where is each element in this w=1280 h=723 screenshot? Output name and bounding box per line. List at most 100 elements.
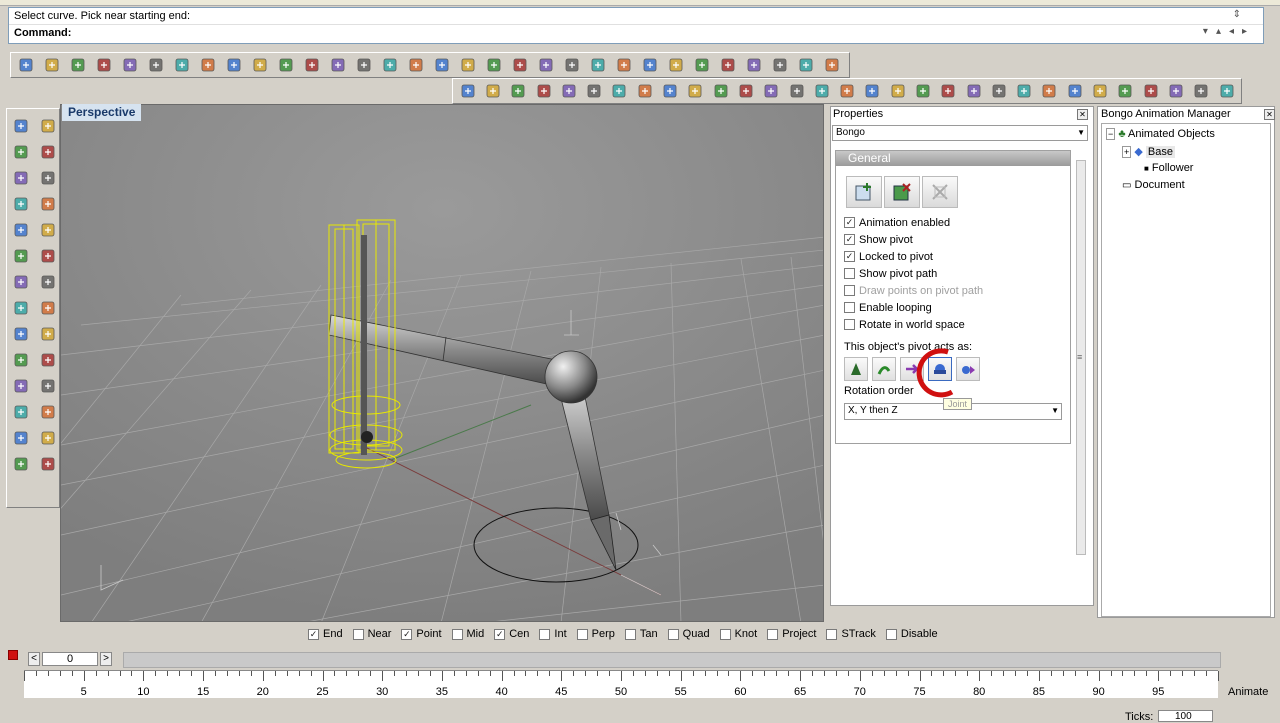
chain-button[interactable]: [7, 347, 34, 373]
arrow-button[interactable]: [760, 80, 783, 102]
graph-button[interactable]: [532, 80, 555, 102]
osnap-near[interactable]: Near: [352, 628, 391, 640]
polyline-button[interactable]: [7, 139, 34, 165]
checkbox[interactable]: ✓: [844, 251, 855, 262]
frame-input[interactable]: 0: [42, 652, 98, 666]
dimension-button[interactable]: [34, 425, 61, 451]
osnap-disable[interactable]: Disable: [885, 628, 938, 640]
lock-button[interactable]: [586, 54, 610, 76]
dots-button[interactable]: [34, 451, 61, 477]
pivot-button[interactable]: [734, 80, 757, 102]
tree-node-animated-objects[interactable]: − ♣ Animated Objects: [1106, 128, 1215, 140]
record-button[interactable]: [582, 80, 605, 102]
eye-button[interactable]: [1164, 80, 1187, 102]
properties-object-selector[interactable]: Bongo ▼: [832, 125, 1088, 141]
text-button[interactable]: [7, 399, 34, 425]
history-scroll-arrows[interactable]: ⇕: [1233, 9, 1241, 20]
checkbox[interactable]: [624, 628, 636, 640]
checkbox[interactable]: [844, 319, 855, 330]
render-button[interactable]: [690, 54, 714, 76]
animate-label[interactable]: Animate: [1228, 686, 1268, 698]
four-viewports-button[interactable]: [430, 54, 454, 76]
splitter-grip[interactable]: ≡: [1077, 352, 1082, 362]
chain-button[interactable]: [1038, 80, 1061, 102]
prev-frame-button[interactable]: <: [28, 652, 40, 666]
checkbox[interactable]: [352, 628, 364, 640]
osnap-strack[interactable]: STrack: [826, 628, 876, 640]
collapse-icon[interactable]: −: [1106, 128, 1116, 140]
curve-button[interactable]: [7, 217, 34, 243]
pan-hand-button[interactable]: [248, 54, 272, 76]
polygon-button[interactable]: [34, 191, 61, 217]
play-button[interactable]: [507, 80, 530, 102]
point-button[interactable]: [34, 113, 61, 139]
properties-close-button[interactable]: ✕: [1077, 109, 1088, 120]
checkbox-row[interactable]: ✓ Animation enabled: [836, 214, 1070, 231]
next-frame-button[interactable]: >: [100, 652, 112, 666]
help-button[interactable]: [820, 54, 844, 76]
eye-button[interactable]: [987, 80, 1010, 102]
cut-button[interactable]: [144, 54, 168, 76]
keyframe-button[interactable]: [557, 80, 580, 102]
eye-button[interactable]: [1013, 80, 1036, 102]
zoom-dynamic-button[interactable]: [300, 54, 324, 76]
checkbox[interactable]: ✓: [401, 628, 413, 640]
revolve-button[interactable]: [34, 243, 61, 269]
options-button[interactable]: [794, 54, 818, 76]
command-scroll-arrows[interactable]: ▾▴◂▸: [1203, 26, 1255, 37]
perspective-viewport[interactable]: [60, 104, 824, 622]
circle-button[interactable]: [7, 165, 34, 191]
cube-button[interactable]: [835, 80, 858, 102]
help-button[interactable]: [658, 80, 681, 102]
undo-button[interactable]: [222, 54, 246, 76]
checkbox[interactable]: [576, 628, 588, 640]
move-button[interactable]: [937, 80, 960, 102]
checkbox[interactable]: [451, 628, 463, 640]
osnap-end[interactable]: ✓ End: [308, 628, 343, 640]
import-button[interactable]: [118, 54, 142, 76]
eye-button[interactable]: [911, 80, 934, 102]
fillet-button[interactable]: [34, 217, 61, 243]
viewport-tab-perspective[interactable]: Perspective: [62, 104, 142, 121]
filmstrip-button[interactable]: [709, 80, 732, 102]
gear-button[interactable]: [768, 54, 792, 76]
boot-button[interactable]: [1190, 80, 1213, 102]
checkbox[interactable]: [667, 628, 679, 640]
checkbox[interactable]: [844, 285, 855, 296]
timeline-ruler[interactable]: 5 10 15 20 25 30 35 40 45 50 55 60 65 70 75 80 85 90 95: [24, 670, 1219, 698]
fire-button[interactable]: [1114, 80, 1137, 102]
paste-button[interactable]: [196, 54, 220, 76]
path-button[interactable]: [886, 80, 909, 102]
add-object-button[interactable]: [846, 176, 882, 208]
checkbox[interactable]: [767, 628, 779, 640]
spheres-button[interactable]: [34, 269, 61, 295]
rectangle-button[interactable]: [34, 139, 61, 165]
zoom-extents-button[interactable]: [352, 54, 376, 76]
checkbox-row[interactable]: ✓ Locked to pivot: [836, 248, 1070, 265]
checkbox[interactable]: ✓: [844, 234, 855, 245]
checkbox[interactable]: ✓: [308, 628, 319, 640]
expand-icon[interactable]: +: [1122, 146, 1132, 158]
arc-button[interactable]: [7, 191, 34, 217]
array-button[interactable]: [7, 321, 34, 347]
checkbox[interactable]: [844, 268, 855, 279]
checkbox[interactable]: [826, 628, 838, 640]
osnap-int[interactable]: Int: [539, 628, 567, 640]
timeline-close-icon[interactable]: [8, 650, 18, 660]
remove-object-button[interactable]: [884, 176, 920, 208]
general-group-header[interactable]: General: [836, 151, 1070, 166]
osnap-tan[interactable]: Tan: [624, 628, 658, 640]
open-folder-button[interactable]: [40, 54, 64, 76]
print-button[interactable]: [92, 54, 116, 76]
film-button[interactable]: [684, 80, 707, 102]
flag-button[interactable]: [742, 54, 766, 76]
osnap-quad[interactable]: Quad: [667, 628, 710, 640]
new-file-button[interactable]: [14, 54, 38, 76]
checkbox-row[interactable]: Show pivot path: [836, 265, 1070, 282]
checkbox-row[interactable]: Enable looping: [836, 299, 1070, 316]
osnap-perp[interactable]: Perp: [576, 628, 615, 640]
bend-button[interactable]: [7, 373, 34, 399]
solid-button[interactable]: [7, 451, 34, 477]
surface-button[interactable]: [7, 243, 34, 269]
x-button[interactable]: [1215, 80, 1238, 102]
